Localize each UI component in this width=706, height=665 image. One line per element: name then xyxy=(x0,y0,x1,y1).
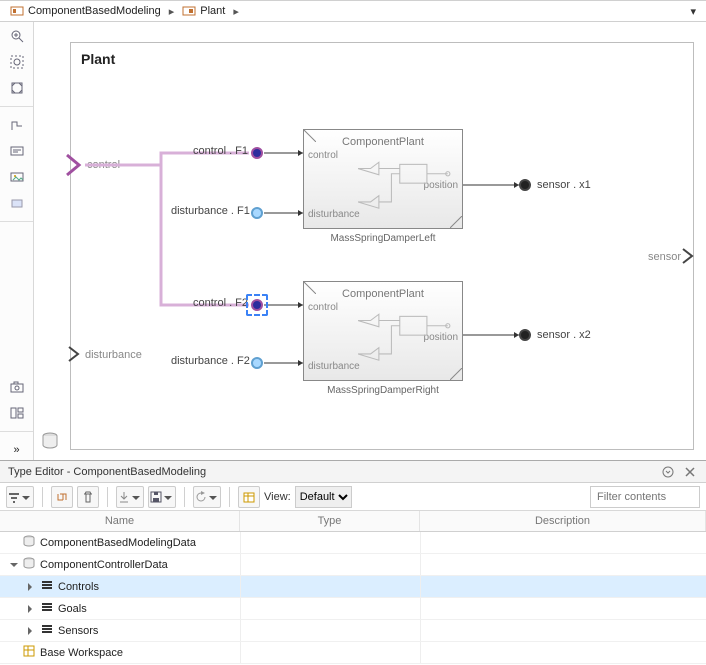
chevron-right-icon: ▸ xyxy=(169,5,175,18)
expand-sidebar-icon[interactable]: » xyxy=(6,440,28,460)
signal-disturbance-f2: disturbance . F2 xyxy=(171,355,250,367)
corner-icon xyxy=(304,282,316,294)
pin-control: control xyxy=(308,302,338,313)
signal-control-f1: control . F1 xyxy=(193,145,248,157)
row-icon xyxy=(22,644,36,661)
tree-row[interactable]: ComponentControllerData xyxy=(0,554,706,576)
zoom-in-icon[interactable] xyxy=(6,26,28,46)
outport-sensor-icon xyxy=(681,247,697,265)
tree-header: Name Type Description xyxy=(0,511,706,532)
block-inner-title: ComponentPlant xyxy=(304,288,462,300)
block-label-left: MassSpringDamperLeft xyxy=(303,233,463,244)
block-label-right: MassSpringDamperRight xyxy=(303,385,463,396)
signal-control-f2: control . F2 xyxy=(193,297,248,309)
zoom-fit-icon[interactable] xyxy=(6,52,28,72)
block-internal-diagram-icon xyxy=(358,156,452,219)
type-editor-panel: Type Editor - ComponentBasedModeling Vie… xyxy=(0,460,706,665)
signal-sensor-x1: sensor . x1 xyxy=(537,179,591,191)
inport-disturbance-icon xyxy=(67,345,83,363)
panel-close-icon[interactable] xyxy=(682,464,698,480)
breadcrumb-root[interactable]: ComponentBasedModeling xyxy=(4,4,167,18)
import-button[interactable] xyxy=(116,486,144,508)
toggle-sample-time-icon[interactable] xyxy=(6,115,28,135)
row-label: ComponentBasedModelingData xyxy=(40,537,196,549)
corner-icon xyxy=(304,130,316,142)
col-type[interactable]: Type xyxy=(240,511,420,531)
signal-disturbance-f1: disturbance . F1 xyxy=(171,205,250,217)
inport-disturbance-label: disturbance xyxy=(85,349,142,361)
resize-handle-icon xyxy=(450,216,462,228)
bus-element-control-f1[interactable] xyxy=(251,147,263,159)
row-label: ComponentControllerData xyxy=(40,559,168,571)
row-icon xyxy=(22,556,36,573)
block-mass-spring-damper-right[interactable]: ComponentPlant control disturbance posit… xyxy=(303,281,463,381)
save-button[interactable] xyxy=(148,486,176,508)
bus-element-sensor-x2[interactable] xyxy=(519,329,531,341)
pin-control: control xyxy=(308,150,338,161)
filter-sources-button[interactable] xyxy=(6,486,34,508)
breadcrumb-child[interactable]: Plant xyxy=(176,4,231,18)
tree-row[interactable]: Controls xyxy=(0,576,706,598)
col-name[interactable]: Name xyxy=(0,511,240,531)
type-tree[interactable]: ComponentBasedModelingData ComponentContr… xyxy=(0,532,706,664)
bus-element-disturbance-f1[interactable] xyxy=(251,207,263,219)
fit-to-view-icon[interactable] xyxy=(6,78,28,98)
annotation-icon[interactable] xyxy=(6,141,28,161)
col-desc[interactable]: Description xyxy=(420,511,706,531)
bus-element-disturbance-f2[interactable] xyxy=(251,357,263,369)
tree-row[interactable]: ComponentBasedModelingData xyxy=(0,532,706,554)
row-label: Goals xyxy=(58,603,87,615)
model-icon xyxy=(10,4,24,18)
row-icon xyxy=(40,578,54,595)
row-icon xyxy=(40,622,54,639)
view-select[interactable]: Default xyxy=(295,486,352,508)
snapshot-icon[interactable] xyxy=(6,377,28,397)
block-internal-diagram-icon xyxy=(358,308,452,371)
canvas-title: Plant xyxy=(81,51,115,67)
breadcrumb-root-label: ComponentBasedModeling xyxy=(28,5,161,17)
image-icon[interactable] xyxy=(6,167,28,187)
breadcrumb-child-label: Plant xyxy=(200,5,225,17)
block-mass-spring-damper-left[interactable]: ComponentPlant control disturbance posit… xyxy=(303,129,463,229)
row-label: Controls xyxy=(58,581,99,593)
bus-element-control-f2[interactable] xyxy=(251,299,263,311)
refresh-button[interactable] xyxy=(193,486,221,508)
inport-control-label: control xyxy=(87,159,120,171)
panel-title: Type Editor - ComponentBasedModeling xyxy=(8,466,206,478)
block-inner-title: ComponentPlant xyxy=(304,136,462,148)
filter-input[interactable] xyxy=(590,486,700,508)
type-editor-toolbar: View: Default xyxy=(0,483,706,511)
chevron-right-icon: ▸ xyxy=(233,5,239,18)
inport-control-icon xyxy=(65,153,85,177)
pin-disturbance: disturbance xyxy=(308,361,360,372)
breadcrumb-menu-icon[interactable]: ▾ xyxy=(684,5,702,18)
model-browser-icon[interactable] xyxy=(6,403,28,423)
panel-options-icon[interactable] xyxy=(660,464,676,480)
outport-sensor-label: sensor xyxy=(648,251,681,263)
area-icon[interactable] xyxy=(6,193,28,213)
row-label: Sensors xyxy=(58,625,98,637)
tree-row[interactable]: Base Workspace xyxy=(0,642,706,664)
tree-row[interactable]: Goals xyxy=(0,598,706,620)
bus-element-sensor-x1[interactable] xyxy=(519,179,531,191)
row-icon xyxy=(40,600,54,617)
canvas-toolbar: » xyxy=(0,22,34,460)
row-icon xyxy=(22,534,36,551)
diagram-canvas[interactable]: Plant control disturbance sensor xyxy=(34,22,706,460)
view-label: View: xyxy=(264,491,291,503)
resize-handle-icon xyxy=(450,368,462,380)
breadcrumb: ComponentBasedModeling ▸ Plant ▸ ▾ xyxy=(0,0,706,22)
row-label: Base Workspace xyxy=(40,647,123,659)
plant-subsystem: Plant control disturbance sensor xyxy=(70,42,694,450)
cut-button[interactable] xyxy=(51,486,73,508)
pin-disturbance: disturbance xyxy=(308,209,360,220)
tree-row[interactable]: Sensors xyxy=(0,620,706,642)
model-storage-icon[interactable] xyxy=(40,431,60,454)
signal-sensor-x2: sensor . x2 xyxy=(537,329,591,341)
subsystem-icon xyxy=(182,4,196,18)
new-workspace-button[interactable] xyxy=(238,486,260,508)
delete-button[interactable] xyxy=(77,486,99,508)
